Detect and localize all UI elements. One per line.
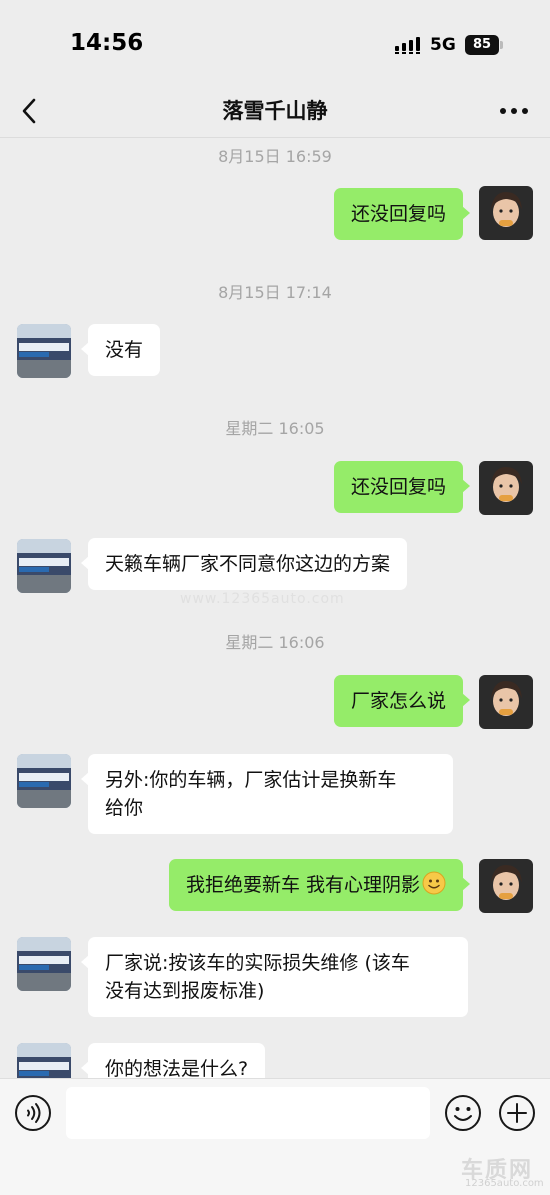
message-bubble-outgoing[interactable]: 还没回复吗 (333, 188, 471, 240)
plus-icon[interactable] (498, 1094, 536, 1132)
message-bubble-incoming[interactable]: 另外:你的车辆，厂家估计是换新车 给你 (81, 754, 453, 834)
battery-tip (500, 41, 503, 49)
my-avatar[interactable] (479, 461, 533, 515)
message-bubble-incoming[interactable]: 你的想法是什么? (80, 1043, 266, 1078)
avatar-image (479, 461, 533, 515)
my-avatar[interactable] (479, 675, 533, 729)
timestamp: 星期二 16:06 (225, 633, 325, 652)
message-text: 我拒绝要新车 我有心理阴影 (185, 874, 420, 896)
voice-icon[interactable] (14, 1094, 52, 1132)
contact-avatar[interactable] (17, 324, 71, 378)
avatar-image (17, 754, 71, 808)
avatar-image (17, 1043, 71, 1078)
message-bubble-incoming[interactable]: 天籁车辆厂家不同意你这边的方案 (80, 538, 408, 590)
message-input[interactable] (66, 1087, 430, 1139)
avatar-image (479, 859, 533, 913)
battery-indicator: 85 (465, 35, 499, 55)
avatar-image (479, 675, 533, 729)
avatar-image (17, 324, 71, 378)
message-bubble-incoming[interactable]: 没有 (80, 324, 161, 376)
message-line: 厂家说:按该车的实际损失维修 (该车 (105, 952, 410, 974)
contact-avatar[interactable] (17, 937, 71, 991)
contact-avatar[interactable] (17, 1043, 71, 1078)
timestamp: 星期二 16:05 (225, 419, 325, 438)
message-line: 给你 (105, 797, 144, 819)
network-label: 5G (430, 35, 456, 55)
message-bubble-outgoing[interactable]: 还没回复吗 (333, 461, 471, 513)
timestamp: 8月15日 16:59 (218, 147, 332, 166)
chat-title: 落雪千山静 (222, 99, 328, 123)
avatar-image (17, 539, 71, 593)
timestamp: 8月15日 17:14 (218, 283, 332, 302)
message-bubble-outgoing[interactable]: 厂家怎么说 (333, 675, 471, 727)
message-bubble-outgoing[interactable]: 我拒绝要新车 我有心理阴影 (168, 859, 471, 911)
more-dots-icon[interactable] (497, 96, 531, 126)
message-bubble-incoming[interactable]: 厂家说:按该车的实际损失维修 (该车 没有达到报废标准) (81, 937, 468, 1017)
avatar-image (17, 937, 71, 991)
watermark: www.12365auto.com (180, 591, 345, 607)
contact-avatar[interactable] (17, 754, 71, 808)
message-line: 另外:你的车辆，厂家估计是换新车 (105, 769, 397, 791)
status-time: 14:56 (70, 30, 144, 56)
my-avatar[interactable] (479, 186, 533, 240)
smiley-emoji-icon (422, 871, 446, 895)
my-avatar[interactable] (479, 859, 533, 913)
chat-header: 落雪千山静 (0, 88, 550, 138)
status-bar: 14:56 5G 85 (0, 0, 550, 88)
logo-url: 12365auto.com (465, 1178, 544, 1189)
message-line: 没有达到报废标准) (105, 980, 265, 1002)
emoji-icon[interactable] (444, 1094, 482, 1132)
message-list[interactable]: 8月15日 16:59 还没回复吗 8月15日 17:14 没有 星期二 16:… (0, 138, 550, 1078)
signal-icon (395, 37, 420, 54)
site-logo: 车质网 12365auto.com (455, 1152, 545, 1192)
avatar-image (479, 186, 533, 240)
contact-avatar[interactable] (17, 539, 71, 593)
